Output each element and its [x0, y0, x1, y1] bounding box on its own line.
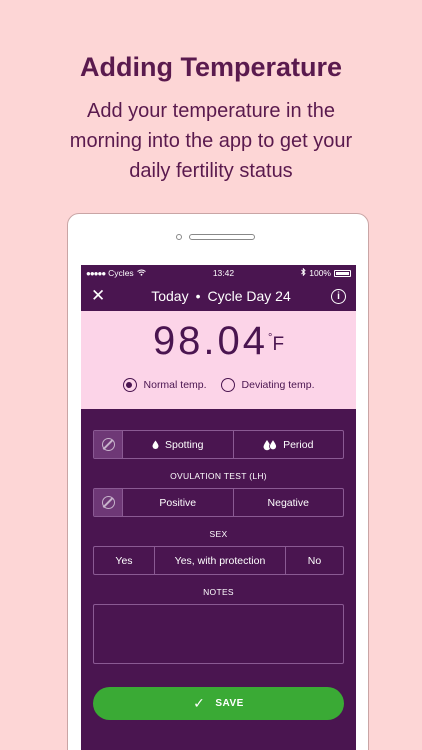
temperature-unit-wrap: °F — [268, 332, 285, 355]
sex-yes-button[interactable]: Yes — [94, 547, 155, 574]
temperature-unit: F — [272, 334, 285, 355]
negative-button[interactable]: Negative — [234, 489, 344, 516]
normal-temp-label: Normal temp. — [143, 379, 207, 391]
sex-no-button[interactable]: No — [286, 547, 343, 574]
nav-day: Today — [151, 288, 189, 304]
none-icon — [101, 496, 115, 509]
none-icon — [101, 438, 115, 451]
bleeding-segment: Spotting Period — [93, 430, 344, 459]
temp-type-radio-group: Normal temp. Deviating temp. — [81, 378, 356, 392]
carrier-name: Cycles — [108, 268, 134, 278]
radio-unselected-icon — [220, 378, 235, 392]
check-icon: ✓ — [193, 695, 206, 711]
close-icon[interactable]: ✕ — [91, 286, 111, 306]
nav-separator: • — [195, 288, 201, 304]
notes-field[interactable] — [93, 604, 344, 664]
spotting-button[interactable]: Spotting — [123, 431, 234, 458]
battery-icon — [334, 269, 351, 277]
phone-sensor — [176, 234, 182, 240]
nav-bar: ✕ Today • Cycle Day 24 i — [81, 281, 356, 311]
promo-title: Adding Temperature — [79, 52, 343, 82]
sex-segment: Yes Yes, with protection No — [93, 546, 344, 575]
sex-yes-label: Yes — [115, 554, 133, 567]
positive-button[interactable]: Positive — [123, 489, 234, 516]
normal-temp-radio[interactable]: Normal temp. — [122, 378, 207, 392]
save-button[interactable]: ✓ SAVE — [93, 687, 344, 720]
bleeding-none-button[interactable] — [94, 431, 123, 458]
wifi-icon — [136, 268, 146, 278]
sex-yes-protection-button[interactable]: Yes, with protection — [155, 547, 286, 574]
drop-icon — [152, 440, 159, 449]
spotting-label: Spotting — [164, 438, 204, 451]
ovulation-section-label: OVULATION TEST (LH) — [170, 471, 267, 481]
signal-icon: ●●●●● — [86, 268, 106, 278]
ovulation-segment: Positive Negative — [93, 488, 344, 517]
info-icon[interactable]: i — [331, 288, 346, 304]
drops-icon — [263, 438, 277, 450]
phone-speaker — [189, 234, 255, 240]
period-button[interactable]: Period — [234, 431, 344, 458]
tracking-form: Spotting Period OVULATION TEST (LH) Posi… — [81, 409, 356, 720]
sex-no-label: No — [307, 554, 322, 567]
deviating-temp-radio[interactable]: Deviating temp. — [220, 378, 315, 392]
status-time: 13:42 — [212, 268, 235, 278]
radio-selected-icon — [122, 378, 137, 392]
notes-section-label: NOTES — [203, 587, 234, 597]
nav-cycle-day: Cycle Day 24 — [207, 288, 291, 304]
bluetooth-icon — [301, 267, 306, 278]
ovulation-none-button[interactable] — [94, 489, 123, 516]
app-screen: ●●●●● Cycles 13:42 100% ✕ Today • Cycle … — [81, 265, 356, 750]
promo-subtitle: Add your temperature in the morning into… — [69, 100, 353, 182]
temperature-input[interactable]: 98.04°F — [81, 319, 356, 364]
period-label: Period — [283, 438, 314, 451]
sex-yes-protection-label: Yes, with protection — [174, 554, 266, 567]
sex-section-label: SEX — [209, 529, 228, 539]
status-bar: ●●●●● Cycles 13:42 100% — [81, 265, 356, 281]
save-label: SAVE — [215, 698, 244, 709]
temperature-panel: 98.04°F Normal temp. Deviating temp. — [81, 311, 356, 409]
negative-label: Negative — [267, 496, 309, 509]
positive-label: Positive — [159, 496, 197, 509]
temperature-value: 98.04 — [152, 319, 269, 363]
nav-title: Today • Cycle Day 24 — [151, 288, 291, 304]
deviating-temp-label: Deviating temp. — [241, 379, 315, 391]
phone-frame: ●●●●● Cycles 13:42 100% ✕ Today • Cycle … — [67, 213, 369, 750]
battery-percent: 100% — [309, 268, 331, 278]
